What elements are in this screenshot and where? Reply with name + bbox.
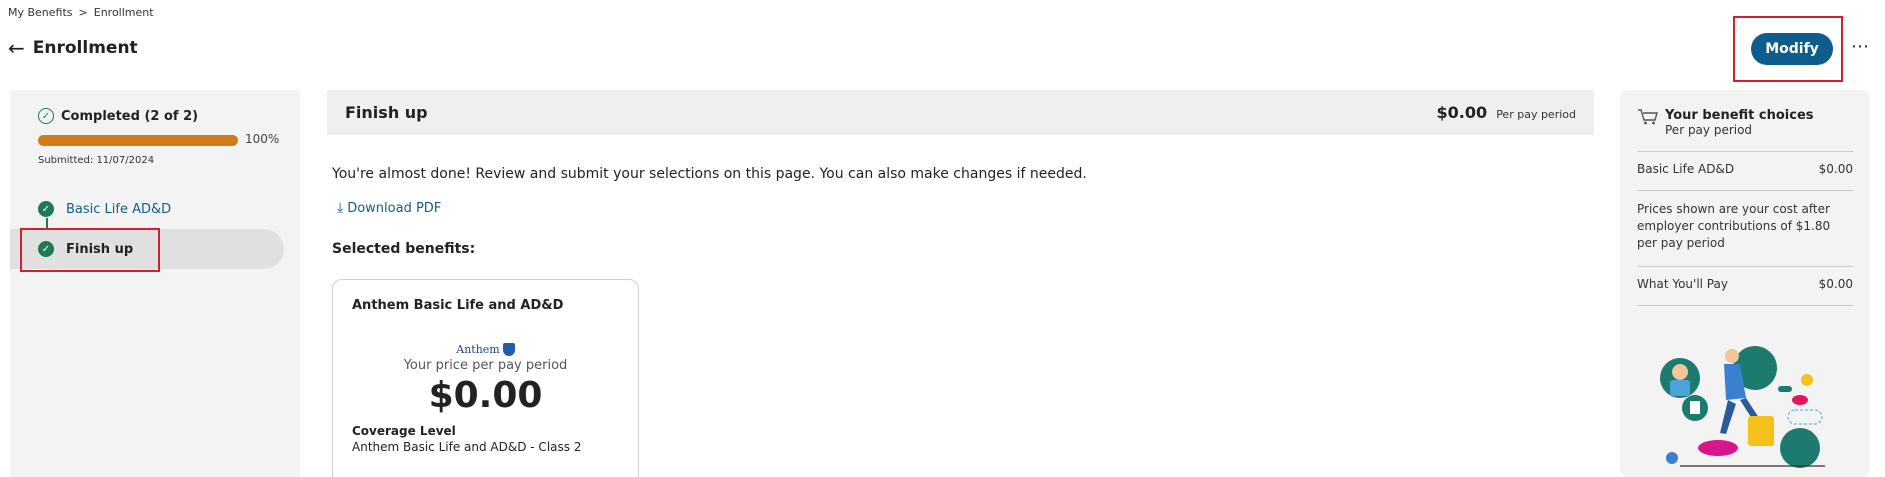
- total-price: $0.00: [1436, 103, 1488, 122]
- breadcrumb: My Benefits > Enrollment: [8, 6, 160, 19]
- price-period: Per pay period: [1496, 108, 1576, 121]
- coverage-level-label: Coverage Level: [352, 424, 456, 438]
- progress-label: Completed (2 of 2): [61, 108, 199, 124]
- step-basic-life[interactable]: ✓ Basic Life AD&D: [10, 201, 171, 217]
- download-pdf-link[interactable]: ⤓ Download PDF: [337, 200, 1594, 216]
- section-title: Finish up: [345, 103, 428, 122]
- finish-up-highlight-box: [20, 228, 160, 272]
- employer-contribution-note: Prices shown are your cost after employe…: [1637, 202, 1831, 250]
- benefit-card-title: Anthem Basic Life and AD&D: [352, 298, 564, 313]
- summary-item-label: Basic Life AD&D: [1637, 162, 1735, 176]
- card-price-label: Your price per pay period: [403, 358, 568, 373]
- progress-sidebar: ✓ Completed (2 of 2) 100% Submitted: 11/…: [10, 90, 300, 477]
- summary-total-row: What You'll Pay $0.00: [1637, 277, 1853, 291]
- divider: [1637, 190, 1853, 191]
- back-arrow-icon[interactable]: ←: [8, 38, 25, 58]
- divider: [1637, 151, 1853, 152]
- progress-percent: 100%: [245, 132, 280, 146]
- breadcrumb-current: Enrollment: [93, 6, 154, 19]
- summary-total-price: $0.00: [1818, 277, 1853, 291]
- selected-benefits-title: Selected benefits:: [332, 241, 476, 257]
- main-content: Finish up $0.00 Per pay period You're al…: [327, 90, 1594, 477]
- benefit-card[interactable]: Anthem Basic Life and AD&D Anthem Your p…: [332, 279, 639, 477]
- intro-text: You're almost done! Review and submit yo…: [332, 166, 1087, 182]
- anthem-logo: Anthem: [352, 343, 619, 356]
- back-navigation: ← Enrollment: [8, 38, 138, 58]
- summary-item-price: $0.00: [1818, 162, 1853, 176]
- modify-button[interactable]: Modify: [1751, 33, 1833, 65]
- blue-cross-shield-icon: [502, 343, 515, 356]
- step-complete-icon: ✓: [38, 201, 54, 217]
- step-label: Basic Life AD&D: [66, 201, 172, 217]
- summary-total-label: What You'll Pay: [1637, 277, 1728, 291]
- coverage-level-value: Anthem Basic Life and AD&D - Class 2: [352, 440, 582, 454]
- section-header: Finish up $0.00 Per pay period: [327, 90, 1594, 135]
- page-title: Enrollment: [32, 38, 138, 58]
- summary-item-row: Basic Life AD&D $0.00: [1637, 162, 1853, 176]
- divider: [1637, 266, 1853, 267]
- breadcrumb-separator: >: [78, 6, 88, 19]
- more-options-icon[interactable]: ⋯: [1851, 36, 1870, 57]
- progress-bar: [38, 135, 238, 146]
- benefits-illustration: [1660, 346, 1825, 468]
- breadcrumb-parent[interactable]: My Benefits: [8, 6, 73, 19]
- summary-header: Your benefit choices Per pay period: [1637, 108, 1853, 137]
- summary-subtitle: Per pay period: [1665, 123, 1753, 137]
- download-pdf-label: Download PDF: [347, 200, 442, 216]
- section-price: $0.00 Per pay period: [1436, 103, 1576, 122]
- card-price: $0.00: [428, 375, 543, 416]
- summary-title: Your benefit choices: [1665, 108, 1814, 123]
- check-circle-icon: ✓: [38, 108, 54, 124]
- divider: [1637, 305, 1853, 306]
- submitted-date: Submitted: 11/07/2024: [38, 155, 155, 166]
- benefit-summary-panel: Your benefit choices Per pay period Basi…: [1620, 90, 1870, 477]
- download-icon: ⤓: [337, 200, 344, 216]
- anthem-logo-text: Anthem: [456, 343, 500, 356]
- progress-bar-fill: [38, 135, 238, 146]
- progress-header: ✓ Completed (2 of 2): [38, 108, 198, 124]
- cart-icon: [1638, 109, 1658, 125]
